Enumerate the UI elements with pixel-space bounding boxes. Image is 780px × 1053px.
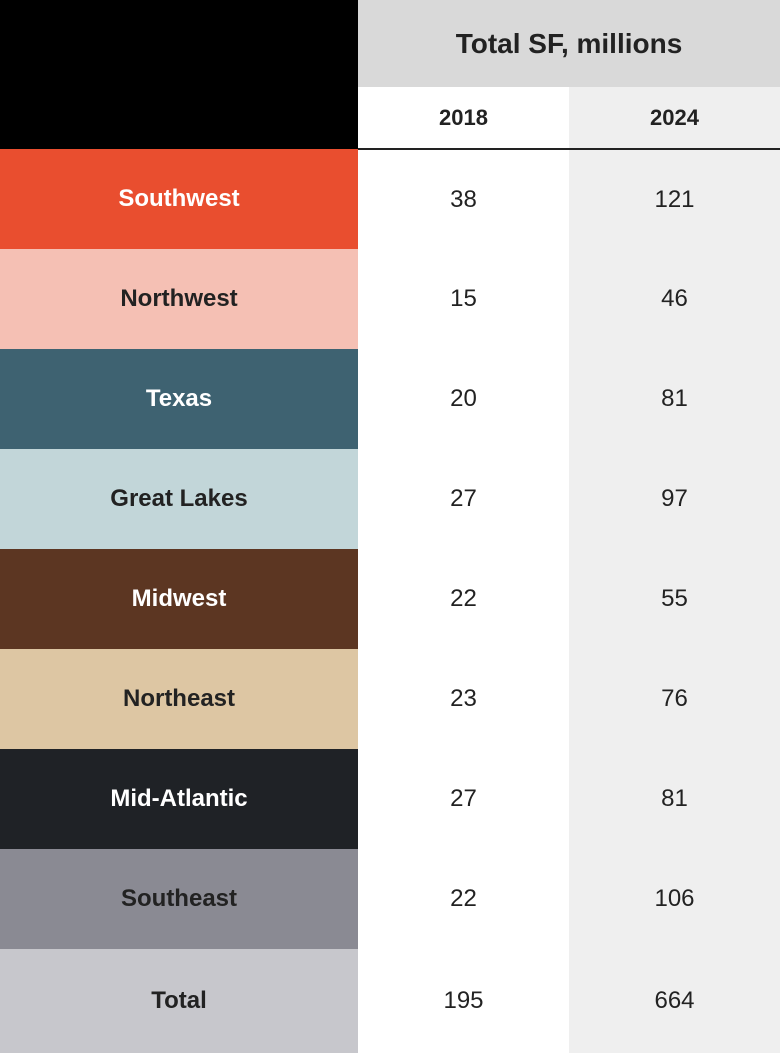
value-2018-southeast: 22 — [358, 849, 569, 949]
table-row: Total195664 — [0, 949, 780, 1053]
table-body: Southwest38121Northwest1546Texas2081Grea… — [0, 149, 780, 1053]
header-group-label: Total SF, millions — [358, 0, 780, 87]
value-2018-northeast: 23 — [358, 649, 569, 749]
value-2024-northeast: 76 — [569, 649, 780, 749]
table-row: Northwest1546 — [0, 249, 780, 349]
value-2024-greatlakes: 97 — [569, 449, 780, 549]
region-label-total: Total — [0, 949, 358, 1053]
value-2018-greatlakes: 27 — [358, 449, 569, 549]
value-2018-southwest: 38 — [358, 149, 569, 249]
value-2018-northwest: 15 — [358, 249, 569, 349]
value-2018-midwest: 22 — [358, 549, 569, 649]
year-2018-header: 2018 — [358, 87, 569, 149]
region-label-greatlakes: Great Lakes — [0, 449, 358, 549]
value-2024-northwest: 46 — [569, 249, 780, 349]
value-2024-southeast: 106 — [569, 849, 780, 949]
table-row: Southwest38121 — [0, 149, 780, 249]
region-label-midwest: Midwest — [0, 549, 358, 649]
region-label-northeast: Northeast — [0, 649, 358, 749]
region-label-southeast: Southeast — [0, 849, 358, 949]
table-row: Texas2081 — [0, 349, 780, 449]
region-label-southwest: Southwest — [0, 149, 358, 249]
table-row: Great Lakes2797 — [0, 449, 780, 549]
sf-table: Total SF, millions 2018 2024 Southwest38… — [0, 0, 780, 1053]
value-2018-total: 195 — [358, 949, 569, 1053]
value-2024-total: 664 — [569, 949, 780, 1053]
value-2024-southwest: 121 — [569, 149, 780, 249]
region-label-northwest: Northwest — [0, 249, 358, 349]
year-blank — [0, 87, 358, 149]
table-row: Southeast22106 — [0, 849, 780, 949]
table-row: Mid-Atlantic2781 — [0, 749, 780, 849]
table-row: Midwest2255 — [0, 549, 780, 649]
value-2024-midwest: 55 — [569, 549, 780, 649]
corner-blank — [0, 0, 358, 87]
year-2024-header: 2024 — [569, 87, 780, 149]
header-year-row: 2018 2024 — [0, 87, 780, 149]
value-2024-texas: 81 — [569, 349, 780, 449]
region-label-texas: Texas — [0, 349, 358, 449]
region-label-midatlantic: Mid-Atlantic — [0, 749, 358, 849]
table-row: Northeast2376 — [0, 649, 780, 749]
value-2018-texas: 20 — [358, 349, 569, 449]
value-2024-midatlantic: 81 — [569, 749, 780, 849]
value-2018-midatlantic: 27 — [358, 749, 569, 849]
header-group-row: Total SF, millions — [0, 0, 780, 87]
